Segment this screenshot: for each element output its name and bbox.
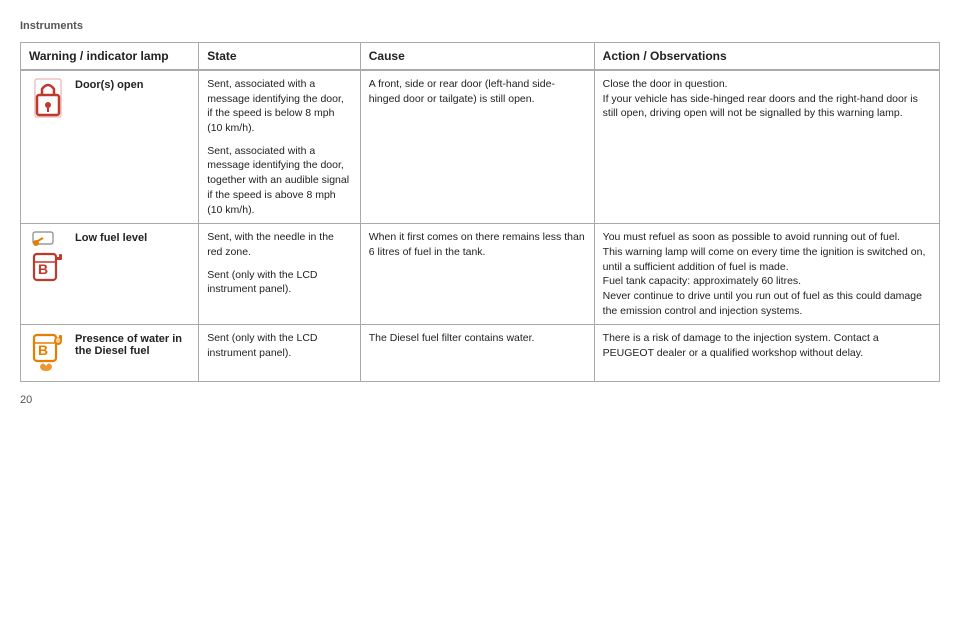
col-header-state: State [199, 43, 361, 71]
fuel-cause: When it first comes on there remains les… [369, 230, 586, 259]
door-warning-label: Door(s) open [75, 77, 143, 91]
table-row: Door(s) open Sent, associated with a mes… [21, 70, 940, 224]
water-state-1: Sent (only with the LCD instrument panel… [207, 331, 352, 360]
page-number: 20 [20, 394, 940, 406]
page-header: Instruments [20, 20, 940, 32]
fuel-action: You must refuel as soon as possible to a… [603, 230, 931, 318]
door-cause: A front, side or rear door (left-hand si… [369, 77, 586, 106]
table-row: B Presence of water in the Diesel fuel [21, 325, 940, 382]
water-cause: The Diesel fuel filter contains water. [369, 331, 586, 346]
fuel-icon: B [29, 230, 67, 284]
fuel-warning-label: Low fuel level [75, 230, 147, 244]
main-table: Warning / indicator lamp State Cause Act… [20, 42, 940, 382]
svg-text:B: B [38, 342, 48, 358]
water-action: There is a risk of damage to the injecti… [603, 331, 931, 360]
fuel-state-1: Sent, with the needle in the red zone. [207, 230, 352, 259]
water-diesel-icon: B [29, 331, 67, 375]
col-header-cause: Cause [360, 43, 594, 71]
water-warning-label: Presence of water in the Diesel fuel [75, 331, 190, 357]
table-row: B Low fuel level Sent, with the needle i… [21, 224, 940, 325]
door-action: Close the door in question.If your vehic… [603, 77, 931, 121]
fuel-state-2: Sent (only with the LCD instrument panel… [207, 268, 352, 297]
door-state-2: Sent, associated with a message identify… [207, 144, 352, 217]
door-icon [29, 77, 67, 127]
col-header-action: Action / Observations [594, 43, 939, 71]
col-header-warning: Warning / indicator lamp [21, 43, 199, 71]
svg-text:B: B [38, 261, 48, 277]
door-state-1: Sent, associated with a message identify… [207, 77, 352, 136]
